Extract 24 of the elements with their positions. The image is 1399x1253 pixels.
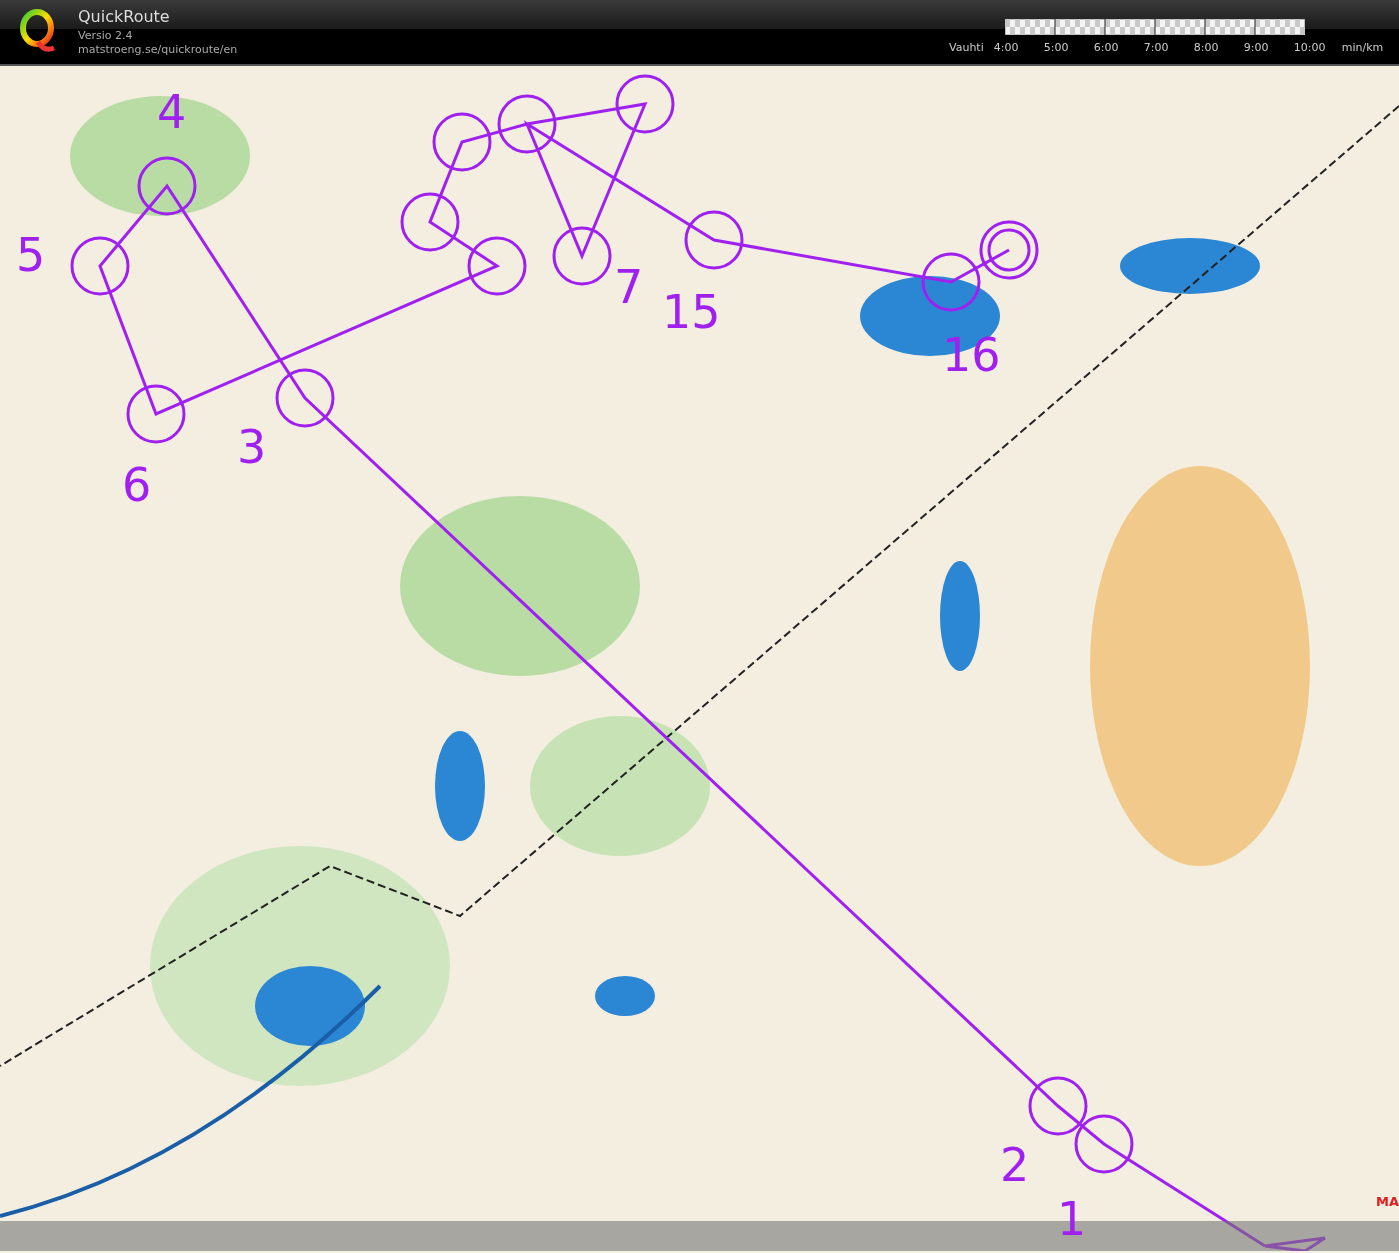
- map-label: MA: [1376, 1193, 1399, 1211]
- control-number: 2: [1000, 1140, 1030, 1190]
- pace-tick-label: 8:00: [1193, 40, 1220, 56]
- control-number: 5: [16, 230, 46, 280]
- control-number: 15: [662, 287, 721, 337]
- pace-tick-label: 9:00: [1243, 40, 1270, 56]
- pace-tick-label: 7:00: [1143, 40, 1170, 56]
- control-number: 6: [122, 460, 152, 510]
- pace-tick-label: 10:00: [1293, 40, 1327, 56]
- control-number: 16: [942, 330, 1001, 380]
- pace-tick-label: 5:00: [1043, 40, 1070, 56]
- pace-tick-label: 6:00: [1093, 40, 1120, 56]
- control-number: 1: [1057, 1194, 1087, 1244]
- pace-unit: min/km: [1341, 40, 1384, 56]
- control-number: 3: [237, 422, 267, 472]
- control-number: 7: [614, 262, 644, 312]
- version-text: Versio 2.4: [78, 29, 134, 43]
- lake: [595, 976, 655, 1016]
- control-number: 4: [157, 87, 187, 137]
- logo-icon: [18, 8, 58, 54]
- pace-tick-label: 4:00: [993, 40, 1020, 56]
- app-title: QuickRoute: [78, 6, 171, 28]
- pace-label: Vauhti: [949, 40, 984, 56]
- website-link[interactable]: matstroeng.se/quickroute/en: [78, 43, 238, 57]
